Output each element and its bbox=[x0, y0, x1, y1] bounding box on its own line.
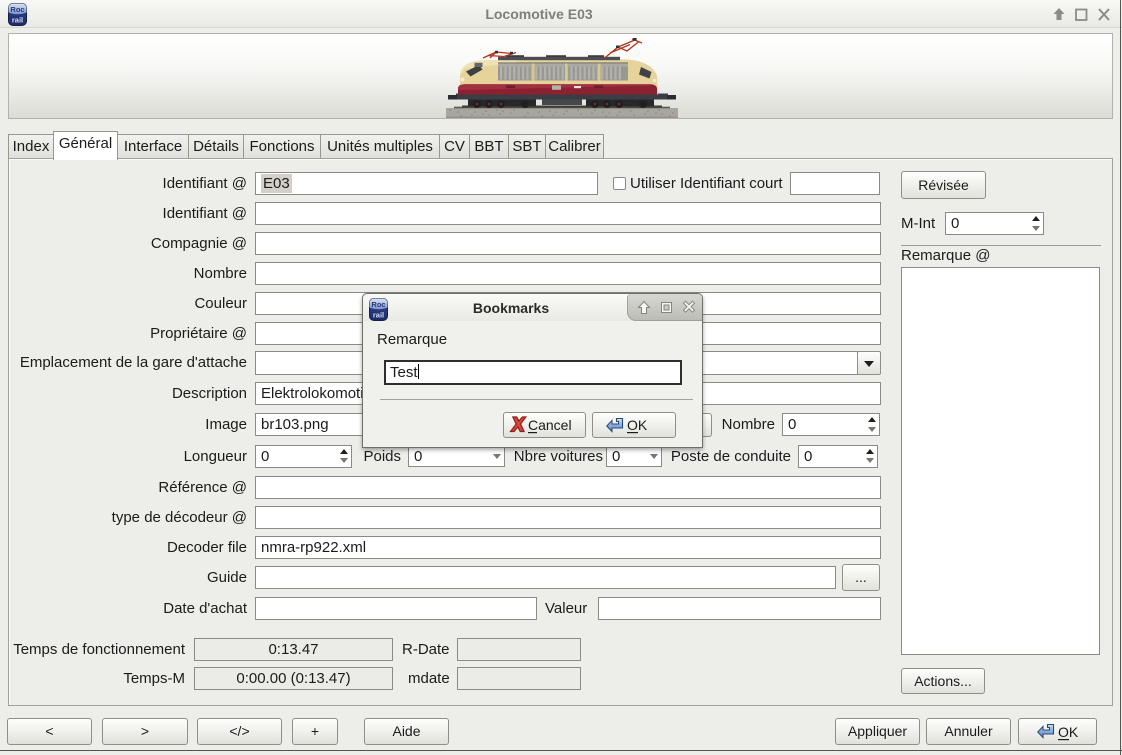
svg-text:Roc: Roc bbox=[371, 300, 385, 309]
svg-text:Cancel: Cancel bbox=[528, 417, 572, 433]
svg-text:OK: OK bbox=[627, 417, 648, 433]
svg-text:rail: rail bbox=[373, 311, 384, 320]
svg-text:OK: OK bbox=[1058, 724, 1079, 740]
